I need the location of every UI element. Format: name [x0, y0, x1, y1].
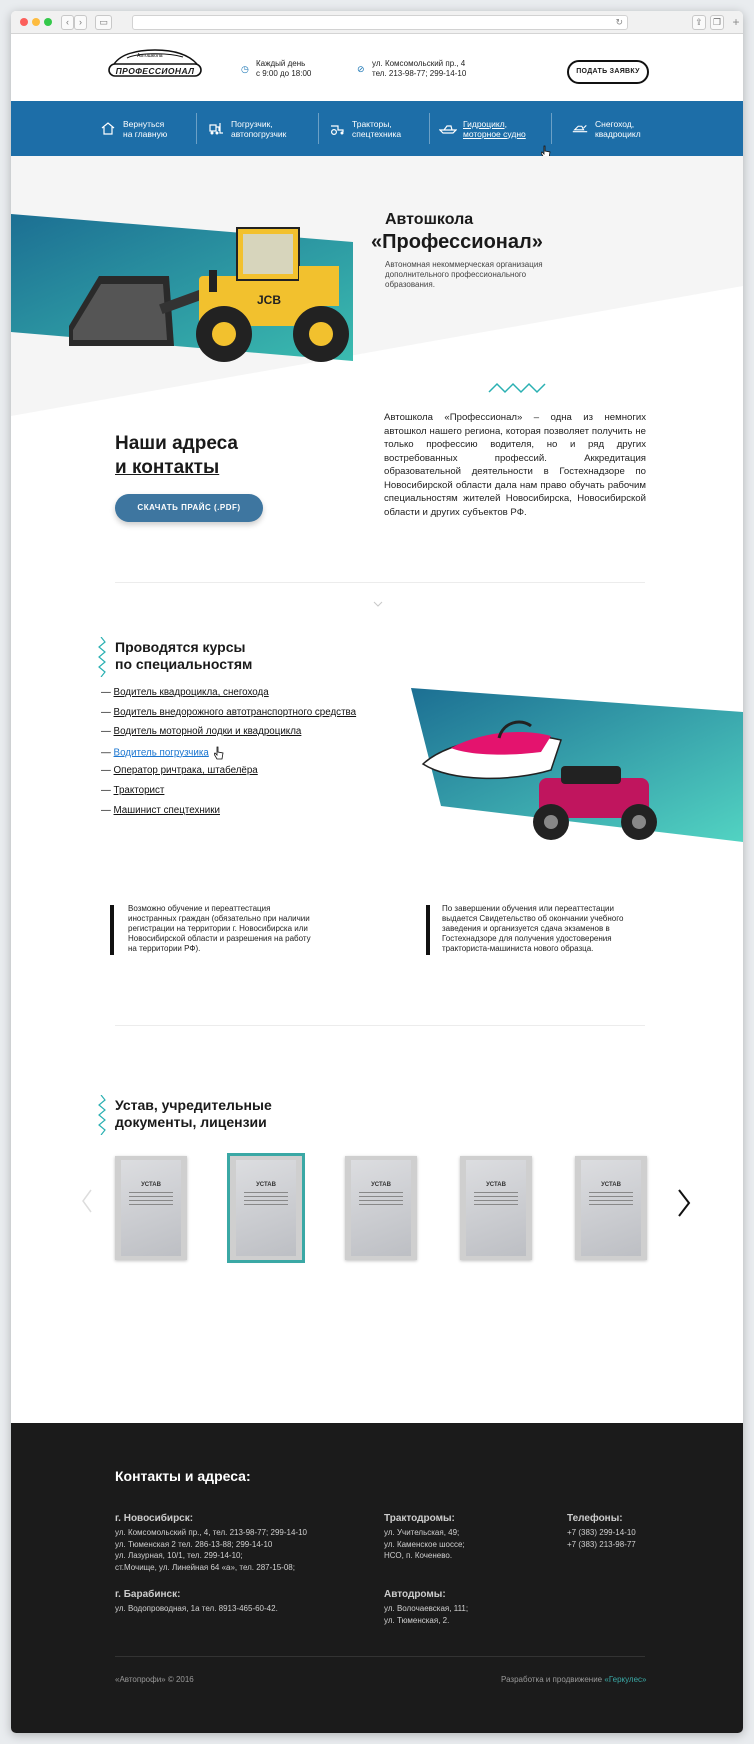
document-thumbnail[interactable]: УСТАВ — [345, 1156, 417, 1260]
footer-divider — [115, 1656, 645, 1657]
nav-item-tractor[interactable]: Тракторы, спецтехника — [328, 101, 401, 156]
hero-subtitle: Автономная некоммерческая организация до… — [385, 260, 543, 289]
share-icon[interactable]: ⇪ — [692, 15, 706, 30]
footer-barabinsk-list: ул. Водопроводная, 1а тел. 8913-465-60-4… — [115, 1604, 278, 1613]
section-divider — [115, 1025, 645, 1026]
site-footer: Контакты и адреса: г. Новосибирск: ул. К… — [11, 1423, 743, 1733]
note-left: Возможно обучение и переаттестация иност… — [128, 904, 311, 953]
footer-copyright: «Автопрофи» © 2016 — [115, 1675, 194, 1684]
nav-item-snowmobile[interactable]: Снегоход, квадроцикл — [571, 101, 641, 156]
footer-developer: Разработка и продвижение «Геркулес» — [501, 1675, 647, 1684]
new-tab-button[interactable]: + — [729, 15, 743, 29]
courses-list: — Водитель квадроцикла, снегохода — Води… — [101, 687, 401, 824]
nav-divider — [318, 113, 319, 144]
site-header: Автошкола ПРОФЕССИОНАЛ ◷ Каждый день с 9… — [11, 34, 743, 90]
nav-divider — [429, 113, 430, 144]
footer-barabinsk-title: г. Барабинск: — [115, 1589, 181, 1600]
footer-nsk-title: г. Новосибирск: — [115, 1513, 194, 1524]
sidebar-toggle-icon[interactable]: ▭ — [95, 15, 112, 30]
about-text: Автошкола «Профессионал» – одна из немно… — [384, 412, 646, 518]
nav-item-forklift[interactable]: Погрузчик, автопогрузчик — [207, 101, 286, 156]
working-hours: Каждый день с 9:00 до 18:00 — [256, 59, 312, 78]
document-thumbnail-selected[interactable]: УСТАВ — [227, 1153, 305, 1263]
course-item[interactable]: — Оператор ричтрака, штабелёра — [101, 765, 401, 785]
chevron-down-icon[interactable] — [373, 594, 383, 607]
footer-tractordrome-list: ул. Учительская, 49; ул. Каменское шоссе… — [384, 1528, 465, 1560]
nav-divider — [551, 113, 552, 144]
documents-title: Устав, учредительные документы, лицензии — [115, 1097, 272, 1130]
wheel-loader-image: JCB — [69, 227, 349, 362]
zigzag-decoration — [98, 1095, 106, 1135]
course-item[interactable]: — Водитель моторной лодки и квадроцикла — [101, 726, 401, 746]
logo-small-text: Автошкола — [137, 53, 163, 59]
minimize-window-button[interactable] — [32, 18, 40, 26]
browser-window: ‹ › ▭ ↻ ⇪ ❐ + Автошкола ПРОФЕССИОНАЛ ◷ К… — [11, 11, 743, 1733]
forward-button[interactable]: › — [74, 15, 87, 30]
document-thumbnail[interactable]: УСТАВ — [460, 1156, 532, 1260]
note-right-bar — [426, 905, 430, 955]
download-price-button[interactable]: СКАЧАТЬ ПРАЙС (.PDF) — [115, 494, 263, 522]
site-logo[interactable]: Автошкола ПРОФЕССИОНАЛ — [107, 44, 203, 80]
courses-title: Проводятся курсы по специальностям — [115, 639, 253, 672]
carousel-next-arrow[interactable] — [677, 1189, 691, 1217]
clock-icon: ◷ — [241, 64, 249, 74]
hero-title-line1: Автошкола — [385, 211, 474, 228]
nav-divider — [196, 113, 197, 144]
course-item[interactable]: — Машинист спецтехники — [101, 805, 401, 825]
course-item-active[interactable]: — Водитель погрузчика — [101, 746, 401, 766]
location-icon: ⊘ — [357, 64, 365, 74]
nav-item-home[interactable]: Вернуться на главную — [99, 101, 167, 156]
browser-toolbar: ‹ › ▭ ↻ ⇪ ❐ + — [11, 11, 743, 34]
zigzag-decoration — [98, 637, 106, 677]
footer-autodrome-title: Автодромы: — [384, 1589, 446, 1600]
note-right: По завершении обучения или переаттестаци… — [442, 904, 624, 953]
course-item[interactable]: — Тракторист — [101, 785, 401, 805]
maximize-window-button[interactable] — [44, 18, 52, 26]
note-left-bar — [110, 905, 114, 955]
developer-link[interactable]: «Геркулес» — [604, 1675, 646, 1684]
address-bar[interactable]: ↻ — [132, 15, 628, 30]
hero-title-line2: «Профессионал» — [371, 231, 543, 253]
logo-main-text: ПРОФЕССИОНАЛ — [115, 66, 195, 76]
document-thumbnail[interactable]: УСТАВ — [575, 1156, 647, 1260]
reload-icon[interactable]: ↻ — [615, 16, 623, 29]
snowmobile-icon — [571, 122, 589, 136]
tractor-icon — [328, 122, 346, 136]
boat-icon — [439, 122, 457, 136]
home-icon — [99, 122, 117, 136]
header-address: ул. Комсомольский пр., 4 тел. 213-98-77;… — [372, 59, 467, 78]
main-navigation: Вернуться на главную Погрузчик, автопогруз… — [11, 101, 743, 159]
forklift-icon — [207, 122, 225, 136]
footer-phones-list: +7 (383) 299-14-10 +7 (383) 213-98-77 — [567, 1528, 636, 1549]
close-window-button[interactable] — [20, 18, 28, 26]
footer-autodrome-list: ул. Волочаевская, 111; ул. Тюменская, 2. — [384, 1604, 469, 1625]
carousel-prev-arrow[interactable] — [81, 1189, 93, 1213]
nav-item-watercraft[interactable]: Гидроцикл, моторное судно — [439, 101, 526, 156]
course-item[interactable]: — Водитель внедорожного автотранспортног… — [101, 707, 401, 727]
hero-section: JCB Автошкола «Профессионал» Автономная … — [11, 156, 743, 416]
footer-title: Контакты и адреса: — [115, 1468, 251, 1484]
footer-phones-title: Телефоны: — [567, 1513, 623, 1524]
jetski-atv-image — [411, 688, 743, 842]
footer-tractordrome-title: Трактодромы: — [384, 1513, 455, 1524]
tabs-icon[interactable]: ❐ — [710, 15, 724, 30]
back-button[interactable]: ‹ — [61, 15, 74, 30]
section-divider — [115, 582, 645, 583]
document-thumbnail[interactable]: УСТАВ — [115, 1156, 187, 1260]
web-page: Автошкола ПРОФЕССИОНАЛ ◷ Каждый день с 9… — [11, 34, 743, 1733]
submit-application-button[interactable]: ПОДАТЬ ЗАЯВКУ — [567, 60, 649, 84]
footer-nsk-list: ул. Комсомольский пр., 4, тел. 213-98-77… — [115, 1528, 307, 1572]
contacts-title: Наши адреса и контакты — [115, 433, 238, 478]
course-item[interactable]: — Водитель квадроцикла, снегохода — [101, 687, 401, 707]
hand-cursor-icon — [213, 746, 223, 760]
svg-text:JCB: JCB — [257, 293, 281, 307]
